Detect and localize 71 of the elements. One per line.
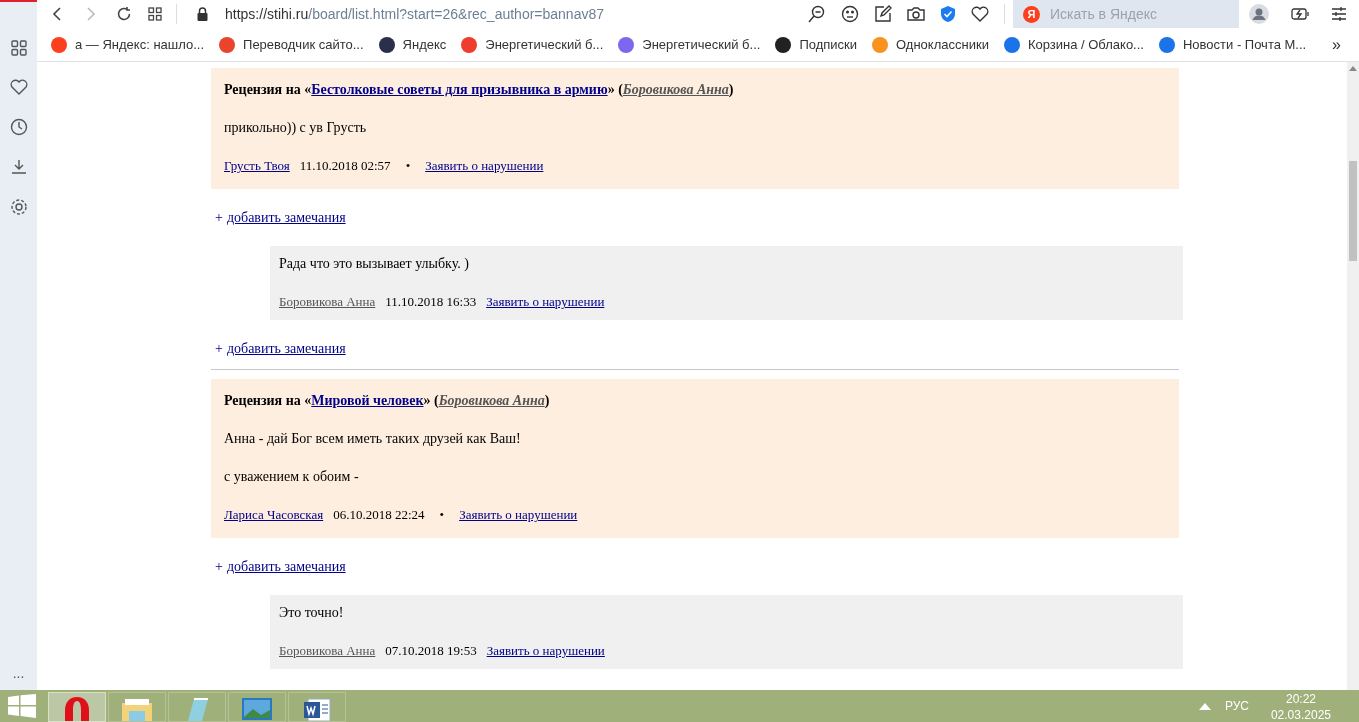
- bookmark-link[interactable]: Одноклассники: [896, 34, 989, 55]
- add-note-link[interactable]: добавить замечания: [226, 207, 346, 228]
- heart-icon[interactable]: [971, 6, 989, 22]
- author-link[interactable]: Боровикова Анна: [622, 82, 729, 97]
- edit-icon[interactable]: [874, 5, 892, 23]
- work-link[interactable]: Бестолковые советы для призывника в армию: [311, 82, 608, 97]
- tabs-grid-icon[interactable]: [148, 7, 162, 21]
- avatar-icon[interactable]: [1249, 4, 1269, 24]
- report-link[interactable]: Заявить о нарушении: [486, 641, 605, 660]
- bookmark-link[interactable]: Корзина / Облако...: [1027, 34, 1144, 55]
- settings-sliders-icon[interactable]: [1331, 7, 1347, 21]
- add-note-link[interactable]: добавить замечания: [226, 338, 346, 359]
- plus-sign: +: [215, 340, 223, 358]
- more-bookmarks-button[interactable]: »: [1332, 32, 1341, 57]
- report-link[interactable]: Заявить о нарушении: [425, 156, 544, 175]
- shield-icon[interactable]: [940, 5, 956, 23]
- settings-icon[interactable]: [9, 198, 28, 216]
- taskbar-app[interactable]: [288, 692, 346, 722]
- reload-icon[interactable]: [116, 6, 132, 22]
- work-link[interactable]: Мировой человек: [311, 393, 424, 408]
- reply-author-link[interactable]: Боровикова Анна: [279, 641, 376, 660]
- more-options[interactable]: ...: [12, 666, 25, 680]
- review-text: Анна - дай Бог всем иметь таких друзей как Ваш!: [224, 430, 522, 448]
- word-icon: [302, 697, 332, 721]
- review-heading: Рецензия на «Бестолковые советы для призывника в армию» (Боровикова Анна): [224, 81, 735, 99]
- review-text: прикольно)) с ув Грусть: [224, 119, 368, 137]
- clock-icon[interactable]: [9, 118, 28, 136]
- lock-icon[interactable]: [197, 7, 208, 21]
- photo-viewer-icon: [241, 697, 273, 721]
- bookmark-link[interactable]: Новости - Почта М...: [1182, 34, 1307, 55]
- battery-icon[interactable]: [1291, 8, 1309, 20]
- reply-author-link[interactable]: Боровикова Анна: [279, 292, 376, 311]
- reviewer-link[interactable]: Лариса Часовская: [224, 505, 324, 524]
- folder-icon: [121, 697, 153, 721]
- bookmark-link[interactable]: а — Яндекс: нашло...: [75, 34, 205, 55]
- author-link[interactable]: Боровикова Анна: [438, 393, 545, 408]
- reply-text: Рада что это вызывает улыбку. ): [279, 255, 470, 273]
- review-date: 11.10.2018 02:57: [299, 157, 391, 175]
- camera-icon[interactable]: [907, 6, 925, 22]
- heart-icon[interactable]: [9, 79, 28, 95]
- plus-sign: +: [215, 209, 223, 227]
- scrollbar-thumb[interactable]: [1349, 161, 1357, 261]
- bookmark-link[interactable]: Энергетический б...: [485, 34, 604, 55]
- review-text: с уважением к обоим -: [224, 468, 360, 486]
- report-link[interactable]: Заявить о нарушении: [486, 292, 605, 311]
- search-field[interactable]: Я Искать в Яндекс: [1013, 0, 1239, 28]
- yandex-logo: Я: [1023, 5, 1040, 23]
- report-link[interactable]: Заявить о нарушении: [459, 505, 578, 524]
- bookmark-link[interactable]: Энергетический б...: [642, 34, 761, 55]
- separator-dot: •: [439, 506, 445, 524]
- separator-dot: •: [405, 157, 411, 175]
- speed-dial-icon[interactable]: [10, 40, 27, 56]
- download-icon[interactable]: [10, 159, 27, 175]
- reply-date: 11.10.2018 16:33: [385, 293, 477, 311]
- zoom-out-icon[interactable]: [808, 5, 826, 23]
- plus-sign: +: [215, 558, 223, 576]
- scroll-up-arrow-icon[interactable]: [1349, 65, 1357, 71]
- bookmark-link[interactable]: Яндекс: [402, 34, 447, 55]
- bookmark-link[interactable]: Переводчик сайто...: [243, 34, 364, 55]
- windows-start-icon[interactable]: [8, 694, 36, 718]
- smiley-icon[interactable]: [841, 5, 859, 23]
- review-heading: Рецензия на «Мировой человек» (Боровикова Анна): [224, 392, 551, 410]
- reviewer-link[interactable]: Грусть Твоя: [224, 156, 290, 175]
- taskbar-app[interactable]: [48, 692, 106, 722]
- reply-text: Это точно!: [279, 604, 345, 622]
- bookmark-link[interactable]: Подписки: [799, 34, 858, 55]
- address-field[interactable]: https://stihi.ru/board/list.html?start=26&rec_author=bannav87: [225, 3, 604, 25]
- reply-date: 07.10.2018 19:53: [385, 642, 477, 660]
- back-icon[interactable]: [52, 7, 62, 21]
- review-date: 06.10.2018 22:24: [333, 506, 425, 524]
- add-note-link[interactable]: добавить замечания: [226, 556, 346, 577]
